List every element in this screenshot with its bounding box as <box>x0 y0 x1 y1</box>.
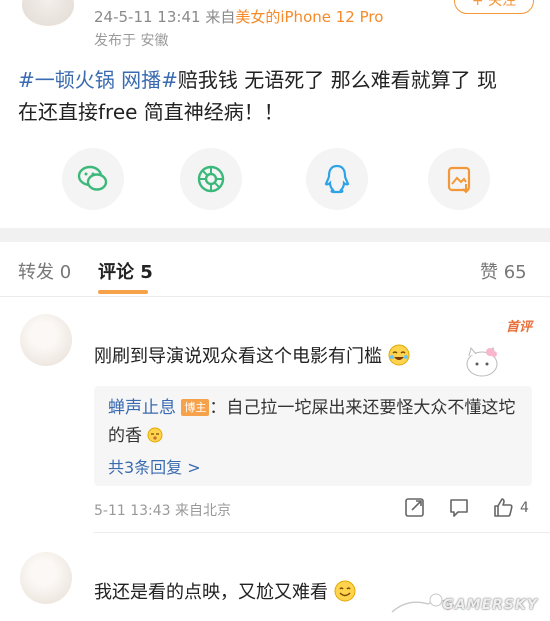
active-tab-indicator <box>98 290 148 294</box>
hello-kitty-sticker-icon <box>466 346 498 377</box>
reply-preview[interactable]: 蝉声止息 博主 ：自己拉一坨屎出来还要怪大众不懂这坨的香 共3条回复 > <box>94 386 532 486</box>
comment-icon[interactable] <box>448 496 470 518</box>
sniffing-emoji-icon <box>147 427 163 443</box>
laughing-emoji-icon <box>388 344 410 366</box>
author-avatar[interactable] <box>22 0 74 26</box>
save-image-button[interactable] <box>428 148 490 210</box>
watermark-logo: GAMERSKY <box>442 597 538 613</box>
share-icon[interactable] <box>404 496 426 518</box>
comment-text-content: 我还是看的点映，又尬又难看 <box>94 582 328 603</box>
post-body: #一顿火锅 网播#赔我钱 无语死了 那么难看就算了 现 在还直接free 简直神… <box>18 64 528 128</box>
first-comment-badge: 首评 <box>505 320 532 335</box>
hashtag-link[interactable]: #一顿火锅 网播# <box>18 68 178 92</box>
qq-icon <box>324 164 350 194</box>
qq-share-button[interactable] <box>306 148 368 210</box>
wechat-share-button[interactable] <box>62 148 124 210</box>
divider <box>94 532 550 533</box>
tab-likes[interactable]: 赞 65 <box>480 258 527 284</box>
smile-emoji-icon <box>334 580 356 602</box>
like-count: 4 <box>520 500 529 516</box>
wechat-icon <box>77 165 108 191</box>
post-time: 24-5-11 13:41 <box>94 8 201 26</box>
save-image-icon <box>447 166 471 194</box>
divider <box>0 296 550 297</box>
post-meta: 24-5-11 13:41 来自美女的iPhone 12 Pro <box>94 6 383 27</box>
post-source: 美女的iPhone 12 Pro <box>235 8 384 26</box>
post-text-line2: 在还直接free 简直神经病！！ <box>18 100 284 124</box>
section-gap <box>0 228 550 242</box>
post-location: 发布于 安徽 <box>94 33 169 49</box>
post-text-line1: 赔我钱 无语死了 那么难看就算了 现 <box>177 68 497 92</box>
reply-author[interactable]: 蝉声止息 <box>108 398 176 418</box>
tab-comments[interactable]: 评论 5 <box>98 258 153 284</box>
commenter-avatar[interactable] <box>20 314 72 366</box>
reply-line: 蝉声止息 博主 ：自己拉一坨屎出来还要怪大众不懂这坨的香 <box>108 394 518 450</box>
moments-icon <box>197 165 225 193</box>
moments-share-button[interactable] <box>180 148 242 210</box>
follow-button[interactable]: + 关注 <box>454 0 534 14</box>
comment-meta: 5-11 13:43 来自北京 <box>94 503 232 519</box>
host-badge: 博主 <box>181 399 210 416</box>
share-row <box>0 148 550 210</box>
comment-text: 刚刷到导演说观众看这个电影有门槛 <box>94 342 410 368</box>
like-thumb-icon[interactable] <box>492 496 514 518</box>
comment-text: 我还是看的点映，又尬又难看 <box>94 578 356 604</box>
comment-text-content: 刚刷到导演说观众看这个电影有门槛 <box>94 346 382 367</box>
tab-repost[interactable]: 转发 0 <box>18 258 71 284</box>
comment-tabs: 转发 0 评论 5 赞 65 <box>0 250 550 294</box>
view-replies-link[interactable]: 共3条回复 > <box>108 454 201 478</box>
post-source-prefix: 来自 <box>205 8 236 26</box>
commenter-avatar[interactable] <box>20 552 72 604</box>
